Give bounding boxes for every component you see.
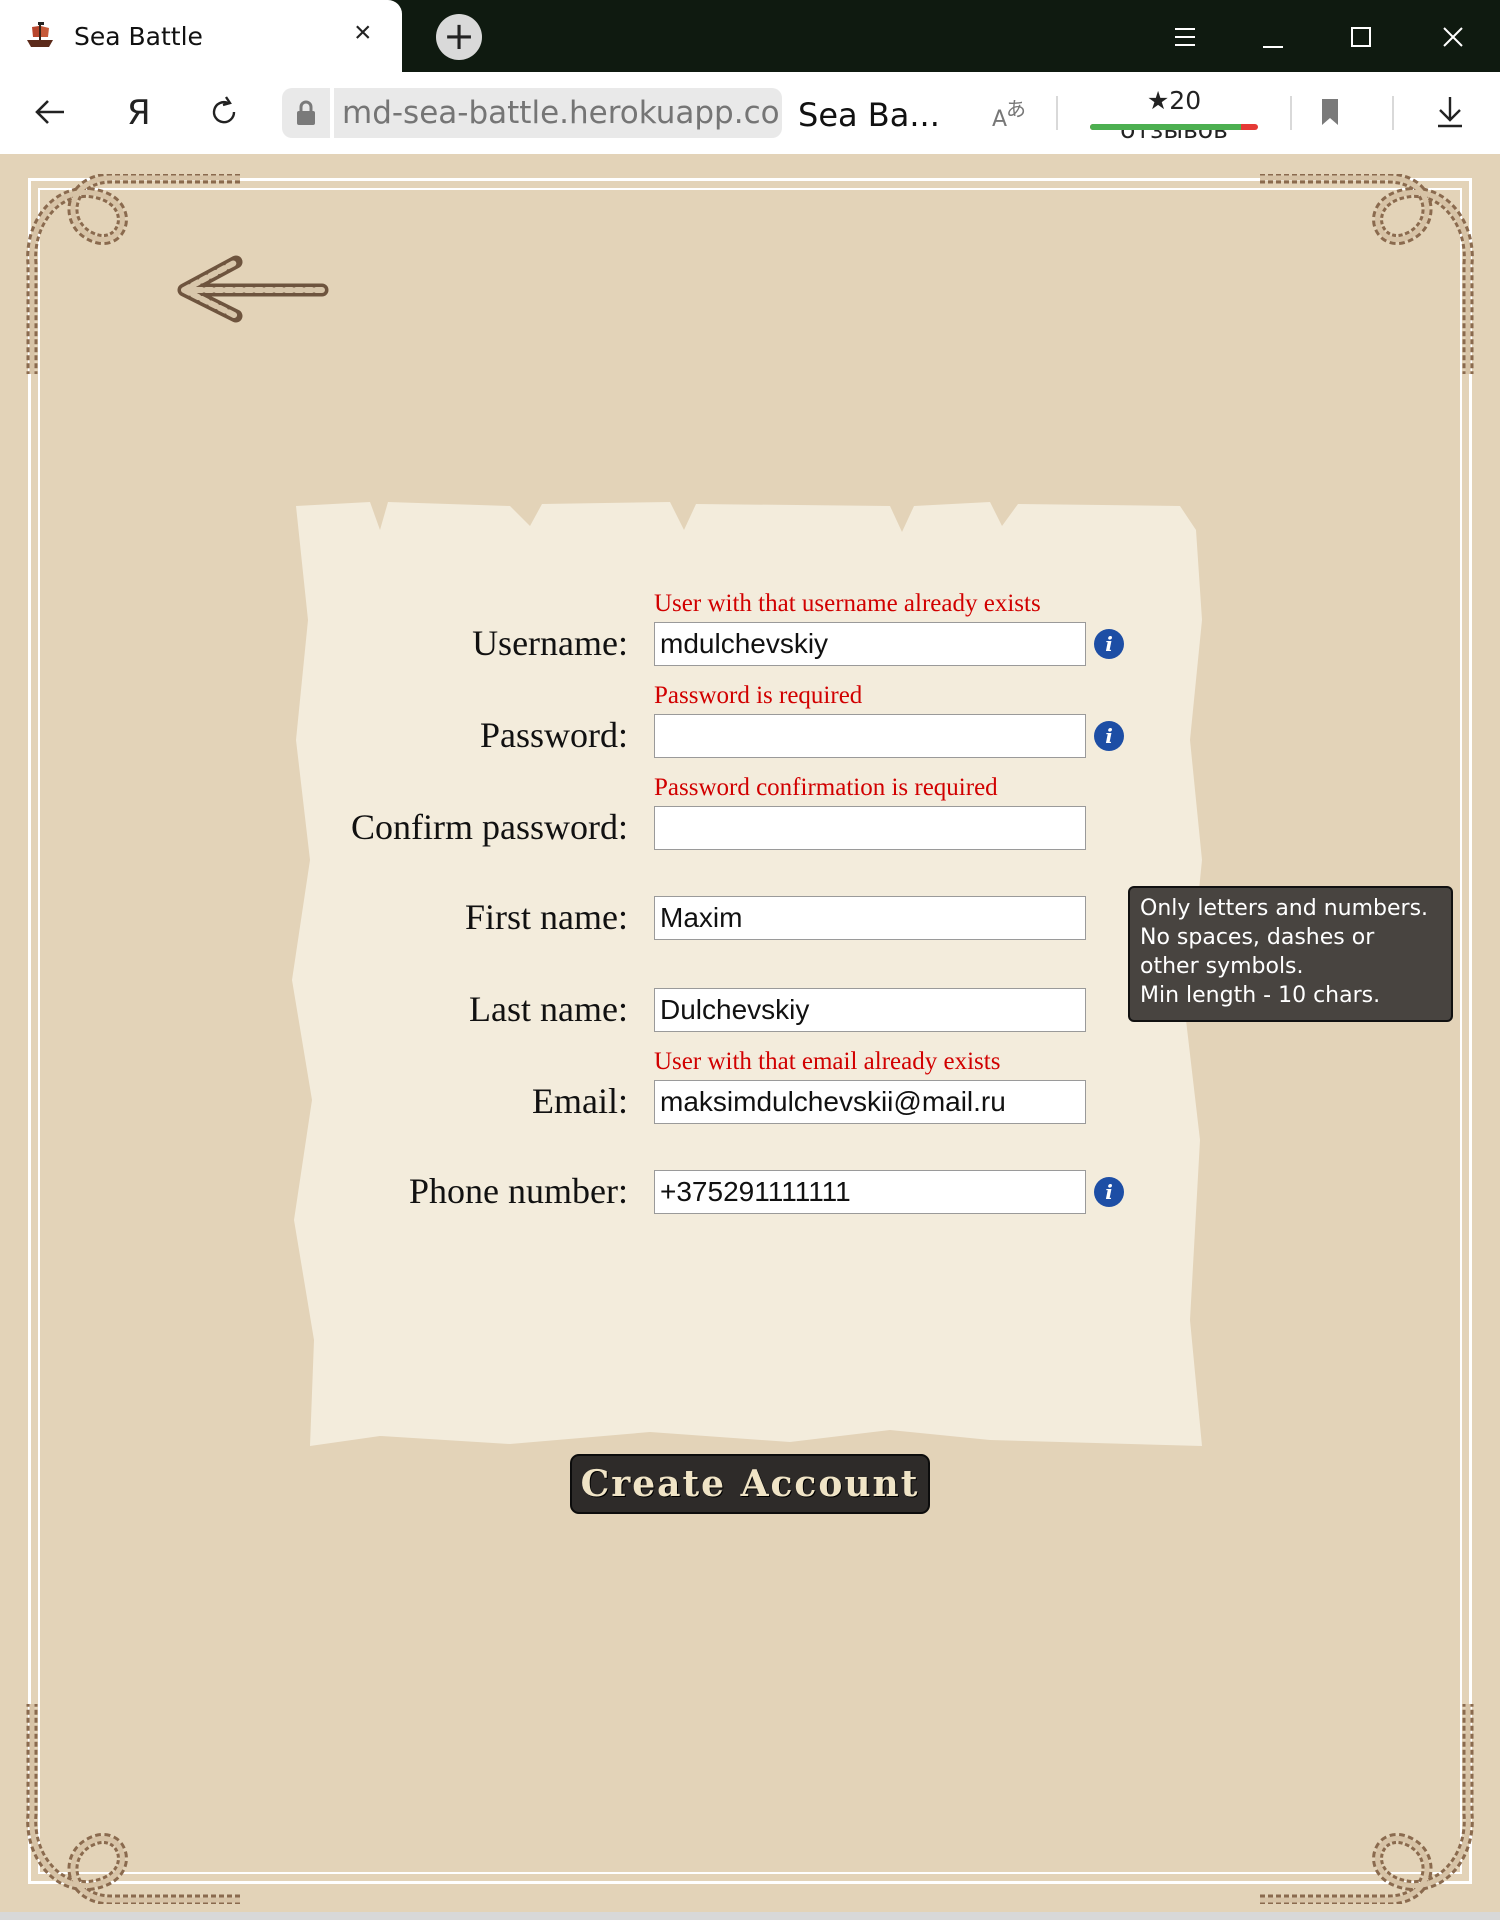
- yandex-icon[interactable]: Я: [114, 88, 162, 136]
- phone-input[interactable]: [654, 1170, 1086, 1214]
- svg-text:あ: あ: [1006, 97, 1026, 121]
- lock-box[interactable]: [282, 88, 330, 138]
- close-window-icon[interactable]: [1430, 14, 1476, 60]
- rope-corner-decoration: [26, 1704, 240, 1904]
- page-title: Sea Ba...: [798, 96, 940, 134]
- reviews-label: ★20 отзывов: [1120, 86, 1228, 144]
- password-error: Password is required: [654, 682, 863, 709]
- browser-toolbar: Я md-sea-battle.herokuapp.com Sea Ba... …: [0, 72, 1500, 154]
- translate-icon[interactable]: A あ: [988, 88, 1036, 136]
- window-bottom-edge: [0, 1912, 1500, 1920]
- tab-title: Sea Battle: [74, 22, 203, 51]
- phone-info-icon[interactable]: i: [1094, 1177, 1124, 1207]
- password-tooltip: Only letters and numbers. No spaces, das…: [1128, 886, 1453, 1022]
- confirm-password-error: Password confirmation is required: [654, 774, 998, 801]
- minimize-icon[interactable]: [1250, 14, 1296, 60]
- svg-text:A: A: [992, 107, 1007, 132]
- rope-corner-decoration: [1260, 1704, 1474, 1904]
- last-name-input[interactable]: [654, 988, 1086, 1032]
- reviews-rating-bar: [1090, 124, 1258, 130]
- maximize-icon[interactable]: [1338, 14, 1384, 60]
- address-bar[interactable]: md-sea-battle.herokuapp.com: [282, 88, 782, 138]
- confirm-password-label: Confirm password:: [351, 807, 628, 847]
- tooltip-line: Min length - 10 chars.: [1140, 983, 1381, 1008]
- last-name-label: Last name:: [469, 989, 628, 1029]
- tooltip-line: Only letters and numbers.: [1140, 896, 1429, 921]
- menu-icon[interactable]: [1162, 14, 1208, 60]
- url-text[interactable]: md-sea-battle.herokuapp.com: [334, 88, 782, 138]
- username-error: User with that username already exists: [654, 590, 1041, 617]
- confirm-password-input[interactable]: [654, 806, 1086, 850]
- lock-icon: [297, 100, 315, 125]
- registration-form: User with that username already exists U…: [290, 500, 1202, 1514]
- back-icon[interactable]: [26, 88, 74, 136]
- browser-tab[interactable]: Sea Battle ×: [0, 0, 402, 72]
- svg-text:Я: Я: [127, 93, 151, 133]
- toolbar-separator: [1392, 96, 1394, 130]
- download-icon[interactable]: [1426, 88, 1474, 136]
- phone-label: Phone number:: [409, 1171, 628, 1211]
- tab-bar: Sea Battle × +: [0, 0, 1500, 72]
- first-name-input[interactable]: [654, 896, 1086, 940]
- username-info-icon[interactable]: i: [1094, 629, 1124, 659]
- password-info-icon[interactable]: i: [1094, 721, 1124, 751]
- email-label: Email:: [532, 1081, 628, 1121]
- rope-corner-decoration: [1260, 174, 1474, 374]
- tooltip-line: No spaces, dashes or: [1140, 925, 1375, 950]
- bookmark-icon[interactable]: [1306, 88, 1354, 136]
- new-tab-button[interactable]: +: [436, 14, 482, 60]
- email-error: User with that email already exists: [654, 1048, 1001, 1075]
- toolbar-separator: [1290, 96, 1292, 130]
- email-input[interactable]: [654, 1080, 1086, 1124]
- pirate-ship-icon: [27, 22, 53, 47]
- username-label: Username:: [472, 623, 628, 663]
- create-account-button[interactable]: Create Account: [570, 1454, 930, 1514]
- page-content: User with that username already exists U…: [0, 154, 1500, 1920]
- reviews-badge[interactable]: ★20 отзывов: [1090, 86, 1258, 144]
- username-input[interactable]: [654, 622, 1086, 666]
- reviews-rating-fill: [1090, 124, 1242, 130]
- password-label: Password:: [479, 715, 628, 755]
- reload-icon[interactable]: [200, 88, 248, 136]
- toolbar-separator: [1056, 96, 1058, 130]
- first-name-label: First name:: [465, 897, 628, 937]
- tab-close-icon[interactable]: ×: [354, 18, 372, 48]
- tooltip-line: other symbols.: [1140, 954, 1304, 979]
- password-input[interactable]: [654, 714, 1086, 758]
- back-arrow-icon[interactable]: [172, 254, 330, 324]
